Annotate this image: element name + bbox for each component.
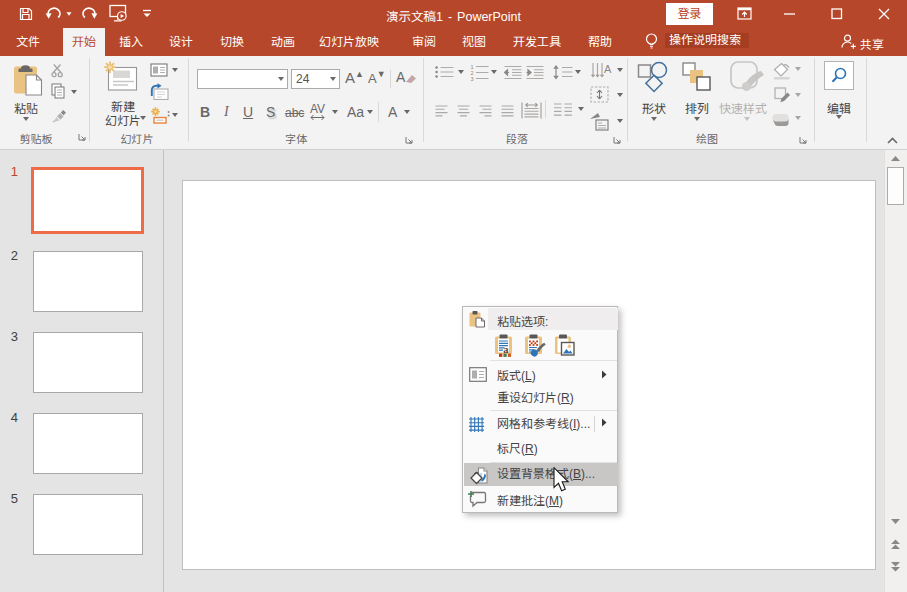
svg-text:a: a	[503, 344, 509, 355]
